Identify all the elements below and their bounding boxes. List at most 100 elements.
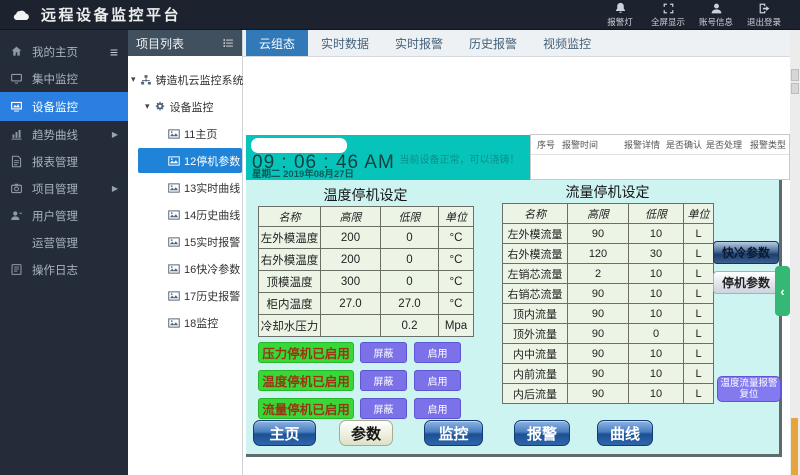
temperature-enable-button[interactable]: 启用 xyxy=(414,370,461,391)
flow-interlock-status[interactable]: 流量停机已启用 xyxy=(258,398,354,419)
flow-enable-button[interactable]: 启用 xyxy=(414,398,461,419)
tree-node-label: 设备监控 xyxy=(170,99,214,115)
sidebar-item-my-home[interactable]: 我的主页 ≡ xyxy=(0,38,128,65)
tab-video-monitor[interactable]: 视频监控 xyxy=(530,30,604,56)
account-info-button[interactable]: 账号信息 xyxy=(694,2,738,28)
temperature-mask-button[interactable]: 屏蔽 xyxy=(360,370,407,391)
cell[interactable] xyxy=(321,315,381,337)
sidebar-item-trend-curves[interactable]: 趋势曲线 ▶ xyxy=(0,121,128,148)
tree-page-label: 15实时报警 xyxy=(184,234,240,250)
flow-mask-button[interactable]: 屏蔽 xyxy=(360,398,407,419)
cell[interactable]: 0 xyxy=(381,249,439,271)
cell: 右外模温度 xyxy=(259,249,321,271)
users-icon xyxy=(10,209,23,222)
tree-page-11[interactable]: 11主页 xyxy=(128,120,242,147)
col-header: 单位 xyxy=(684,204,714,224)
cell[interactable]: 10 xyxy=(629,264,684,284)
sidebar-item-central-monitor[interactable]: 集中监控 xyxy=(0,65,128,92)
cell[interactable]: 10 xyxy=(629,284,684,304)
hmi-nav-params-button[interactable]: 参数 xyxy=(339,420,393,446)
col-header: 低限 xyxy=(629,204,684,224)
pressure-mask-button[interactable]: 屏蔽 xyxy=(360,342,407,363)
sidebar-item-report-management[interactable]: 报表管理 xyxy=(0,148,128,175)
cell[interactable]: 10 xyxy=(629,224,684,244)
image-icon xyxy=(168,128,180,140)
stop-params-button[interactable]: 停机参数 xyxy=(713,271,779,294)
cell[interactable]: 10 xyxy=(629,344,684,364)
chevron-left-icon: ‹ xyxy=(780,284,784,299)
cell[interactable]: 90 xyxy=(568,224,629,244)
tree-page-15[interactable]: 15实时报警 xyxy=(128,228,242,255)
hmi-nav-alarm-button[interactable]: 报警 xyxy=(514,420,570,446)
sidebar-item-project-management[interactable]: 项目管理 ▶ xyxy=(0,175,128,202)
sidebar-item-device-monitor[interactable]: 设备监控 xyxy=(0,92,128,121)
sidebar-item-operations-management[interactable]: 运营管理 xyxy=(0,229,128,256)
tree-node-device-monitor[interactable]: ▾ 设备监控 xyxy=(128,93,242,120)
cell[interactable]: 10 xyxy=(629,384,684,404)
alarm-light-button[interactable]: 报警灯 xyxy=(598,2,642,28)
tab-realtime-alarm[interactable]: 实时报警 xyxy=(382,30,456,56)
cell[interactable]: 2 xyxy=(568,264,629,284)
cell[interactable]: 90 xyxy=(568,364,629,384)
quick-cool-params-button[interactable]: 快冷参数 xyxy=(713,241,779,264)
hmi-nav-home-button[interactable]: 主页 xyxy=(253,420,316,446)
temperature-interlock-status[interactable]: 温度停机已启用 xyxy=(258,370,354,391)
tree-page-label: 13实时曲线 xyxy=(184,180,240,196)
temp-table-title: 温度停机设定 xyxy=(256,185,475,205)
cell[interactable]: 27.0 xyxy=(321,293,381,315)
cell[interactable]: 0 xyxy=(381,227,439,249)
cell: L xyxy=(684,364,714,384)
col-header: 名称 xyxy=(259,207,321,227)
table-row: 顶外流量 90 0 L xyxy=(503,324,714,344)
cell[interactable]: 90 xyxy=(568,284,629,304)
tree-page-12-selected[interactable]: 12停机参数 xyxy=(138,148,242,173)
cell[interactable]: 90 xyxy=(568,384,629,404)
hmi-nav-monitor-button[interactable]: 监控 xyxy=(424,420,483,446)
image-icon xyxy=(168,182,180,194)
cell[interactable]: 30 xyxy=(629,244,684,264)
cell[interactable]: 300 xyxy=(321,271,381,293)
tree-node-root[interactable]: ▾ 铸造机云监控系统 xyxy=(128,66,242,93)
sidebar-item-operation-log[interactable]: 操作日志 xyxy=(0,256,128,283)
tree-page-18[interactable]: 18监控 xyxy=(128,309,242,336)
tree-page-17[interactable]: 17历史报警 xyxy=(128,282,242,309)
cell[interactable]: 10 xyxy=(629,364,684,384)
cell[interactable]: 27.0 xyxy=(381,293,439,315)
fullscreen-button[interactable]: 全屏显示 xyxy=(646,2,690,28)
pressure-enable-button[interactable]: 启用 xyxy=(414,342,461,363)
tree-page-13[interactable]: 13实时曲线 xyxy=(128,174,242,201)
cell[interactable]: 0 xyxy=(381,271,439,293)
chevron-down-icon[interactable]: ▾ xyxy=(145,101,150,112)
scrollbar-thumb[interactable] xyxy=(791,69,799,81)
pressure-interlock-status[interactable]: 压力停机已启用 xyxy=(258,342,354,363)
cell[interactable]: 200 xyxy=(321,227,381,249)
tab-history-alarm[interactable]: 历史报警 xyxy=(456,30,530,56)
cell[interactable]: 90 xyxy=(568,324,629,344)
collapse-handle[interactable]: ‹ xyxy=(775,266,790,316)
sidebar-item-user-management[interactable]: 用户管理 xyxy=(0,202,128,229)
cell[interactable]: 200 xyxy=(321,249,381,271)
cell[interactable]: 10 xyxy=(629,304,684,324)
list-icon[interactable] xyxy=(222,37,234,49)
tab-realtime-data[interactable]: 实时数据 xyxy=(308,30,382,56)
temp-flow-alarm-reset-button[interactable]: 温度流量报警复位 xyxy=(717,376,781,402)
tab-cloud-hmi[interactable]: 云组态 xyxy=(246,30,308,56)
sidebar-item-label: 我的主页 xyxy=(32,44,78,60)
hmi-nav-curve-button[interactable]: 曲线 xyxy=(597,420,653,446)
tree-page-14[interactable]: 14历史曲线 xyxy=(128,201,242,228)
alarm-col-detail: 报警详情 xyxy=(624,138,666,151)
scrollbar-thumb[interactable] xyxy=(791,83,799,94)
cell[interactable]: 120 xyxy=(568,244,629,264)
tree-page-16[interactable]: 16快冷参数 xyxy=(128,255,242,282)
cell[interactable]: 0.2 xyxy=(381,315,439,337)
cell: L xyxy=(684,244,714,264)
vertical-scrollbar[interactable] xyxy=(790,30,800,475)
col-header: 高限 xyxy=(321,207,381,227)
cell[interactable]: 90 xyxy=(568,304,629,324)
sidebar-collapse-icon[interactable]: ≡ xyxy=(110,44,118,60)
chevron-down-icon[interactable]: ▾ xyxy=(131,74,136,85)
cell[interactable]: 0 xyxy=(629,324,684,344)
logout-button[interactable]: 退出登录 xyxy=(742,2,786,28)
sidebar-item-label: 集中监控 xyxy=(32,71,78,87)
cell[interactable]: 90 xyxy=(568,344,629,364)
